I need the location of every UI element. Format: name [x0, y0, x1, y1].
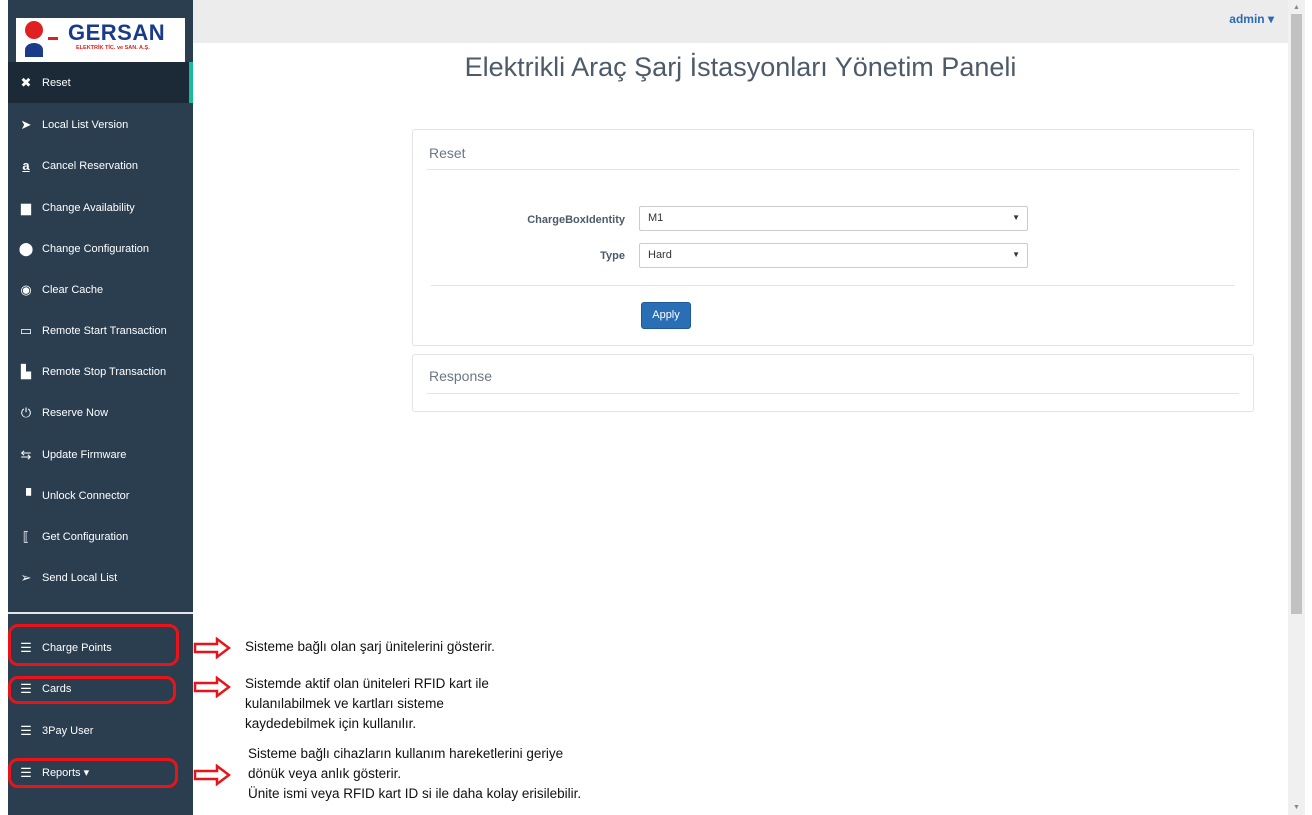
sidebar-divider	[8, 612, 193, 614]
chrome-icon: ◉	[20, 281, 32, 297]
sidebar-item-local-list-version[interactable]: ➤ Local List Version	[8, 104, 193, 145]
sidebar-item-label: Unlock Connector	[42, 489, 130, 502]
sidebar-item-remote-stop-transaction[interactable]: ▙ Remote Stop Transaction	[8, 351, 193, 392]
sidebar-item-reset[interactable]: ✖ Reset	[8, 62, 193, 103]
usb-icon: ⇆	[20, 446, 32, 462]
panel-divider	[427, 393, 1239, 394]
dropdown-caret-icon: ▼	[1012, 250, 1020, 259]
sidebar-item-change-availability[interactable]: ▆ Change Availability	[8, 187, 193, 228]
form-divider	[431, 285, 1235, 286]
android-icon: ⬤	[18, 240, 34, 256]
sidebar-item-label: 3Pay User	[42, 724, 94, 737]
sidebar-item-label: Send Local List	[42, 571, 118, 584]
reset-panel: Reset ChargeBoxIdentity M1 ▼ Type Hard ▼…	[412, 129, 1254, 346]
code-icon: ⟦	[22, 528, 30, 544]
archive-icon: ▆	[21, 199, 31, 215]
sidebar-item-label: Cancel Reservation	[42, 159, 138, 172]
dropdown-caret-icon: ▼	[1012, 213, 1020, 222]
sidebar-item-label: Update Firmware	[42, 448, 127, 461]
location-arrow-icon: ➤	[20, 116, 32, 132]
sidebar-item-unlock-connector[interactable]: ▝ Unlock Connector	[8, 475, 193, 516]
response-panel: Response	[412, 354, 1254, 412]
ticket-icon: ▝	[21, 487, 31, 503]
sidebar-item-label: Change Configuration	[42, 242, 150, 255]
empire-icon: ⏻	[20, 404, 32, 420]
chargebox-identity-label: ChargeBoxIdentity	[527, 214, 625, 226]
logo-container: GERSAN ELEKTRİK TİC. ve SAN. A.Ş.	[8, 0, 193, 62]
scroll-down-arrow-icon[interactable]: ▼	[1293, 804, 1300, 811]
desktop-icon: ▭	[19, 322, 33, 338]
sidebar-item-label: Reset	[42, 76, 71, 89]
annotation-charge-points: Sisteme bağlı olan şarj ünitelerini göst…	[245, 639, 495, 654]
sidebar-item-label: Change Availability	[42, 201, 135, 214]
panel-title: Response	[429, 368, 493, 384]
sidebar-item-get-configuration[interactable]: ⟦ Get Configuration	[8, 516, 193, 557]
sidebar-item-cancel-reservation[interactable]: a Cancel Reservation	[8, 145, 193, 186]
sidebar-item-label: Remote Stop Transaction	[42, 365, 167, 378]
annotation-reports: Sisteme bağlı cihazların kullanım hareke…	[248, 746, 582, 801]
panel-divider	[427, 169, 1239, 170]
panel-title: Reset	[429, 145, 466, 161]
paper-plane-icon: ➢	[20, 569, 32, 585]
scrollbar-thumb[interactable]	[1291, 14, 1302, 614]
sidebar-item-3pay-user[interactable]: ☰ 3Pay User	[8, 710, 193, 751]
top-navbar: admin ▾	[193, 0, 1288, 43]
x-icon: ✖	[20, 74, 32, 90]
sidebar-item-label: Remote Start Transaction	[42, 324, 167, 337]
type-label: Type	[600, 250, 625, 262]
sidebar-item-change-configuration[interactable]: ⬤ Change Configuration	[8, 228, 193, 269]
sidebar-item-reserve-now[interactable]: ⏻ Reserve Now	[8, 392, 193, 433]
apply-button[interactable]: Apply	[641, 302, 691, 329]
list-icon: ☰	[20, 722, 32, 738]
sidebar-item-label: Local List Version	[42, 118, 129, 131]
type-select[interactable]: Hard ▼	[639, 243, 1028, 268]
vertical-scrollbar[interactable]: ▲ ▼	[1288, 0, 1305, 815]
annotation-cards: Sistemde aktif olan üniteleri RFID kart …	[245, 676, 489, 731]
highlight-charge-points	[8, 624, 179, 666]
annotation-arrow-icon	[193, 764, 231, 786]
sidebar-item-label: Clear Cache	[42, 283, 104, 296]
files-icon: ▙	[21, 363, 31, 379]
amazon-icon: a	[22, 158, 30, 173]
gersan-logo: GERSAN ELEKTRİK TİC. ve SAN. A.Ş.	[16, 18, 185, 62]
page-title: Elektrikli Araç Şarj İstasyonları Yöneti…	[464, 52, 1017, 82]
sidebar-item-label: Get Configuration	[42, 530, 129, 543]
sidebar-item-update-firmware[interactable]: ⇆ Update Firmware	[8, 434, 193, 475]
sidebar-item-label: Reserve Now	[42, 406, 109, 419]
highlight-cards	[8, 676, 176, 704]
sidebar-item-remote-start-transaction[interactable]: ▭ Remote Start Transaction	[8, 310, 193, 351]
sidebar-item-clear-cache[interactable]: ◉ Clear Cache	[8, 269, 193, 310]
highlight-reports	[8, 758, 178, 788]
annotation-arrow-icon	[193, 637, 231, 659]
chargebox-identity-select[interactable]: M1 ▼	[639, 206, 1028, 231]
scroll-up-arrow-icon[interactable]: ▲	[1293, 4, 1300, 11]
admin-user-menu[interactable]: admin ▾	[1229, 12, 1274, 26]
annotation-arrow-icon	[193, 676, 231, 698]
sidebar-item-send-local-list[interactable]: ➢ Send Local List	[8, 557, 193, 598]
